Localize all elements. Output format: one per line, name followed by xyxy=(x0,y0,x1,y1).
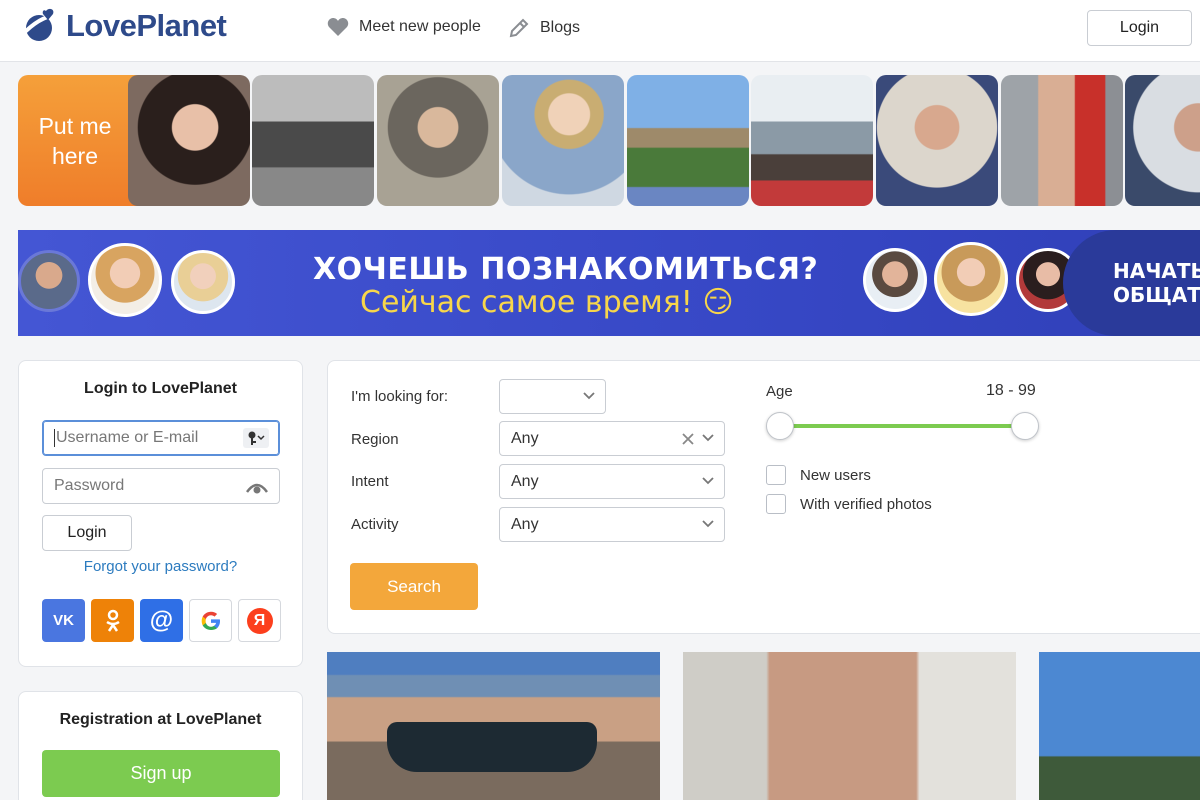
chevron-down-icon xyxy=(583,392,595,400)
profile-thumb[interactable] xyxy=(751,75,873,206)
profile-thumb[interactable] xyxy=(1001,75,1123,206)
banner-avatar xyxy=(934,242,1008,316)
profile-thumb[interactable] xyxy=(627,75,749,206)
chevron-down-icon xyxy=(702,434,714,442)
vk-icon: VK xyxy=(53,612,74,629)
profile-thumb[interactable] xyxy=(876,75,998,206)
featured-profiles-strip: Put me here xyxy=(18,75,1200,206)
profile-thumb[interactable] xyxy=(252,75,374,206)
odnoklassniki-icon xyxy=(105,609,120,632)
banner-avatar xyxy=(18,250,80,312)
banner-avatar xyxy=(863,248,927,312)
forgot-password-link[interactable]: Forgot your password? xyxy=(19,558,302,575)
top-header: LovePlanet Meet new people Blogs Login xyxy=(0,0,1200,62)
verified-photos-label: With verified photos xyxy=(800,496,932,513)
profile-thumb[interactable] xyxy=(377,75,499,206)
clear-icon[interactable] xyxy=(682,433,694,445)
banner-cta-label: НАЧАТЬОБЩАТЬ xyxy=(1113,259,1200,307)
profile-thumb[interactable] xyxy=(1125,75,1200,206)
age-min-handle[interactable] xyxy=(766,412,794,440)
promo-banner[interactable]: ХОЧЕШЬ ПОЗНАКОМИТЬСЯ? Сейчас самое время… xyxy=(18,230,1200,336)
pencil-icon xyxy=(509,18,529,38)
chevron-down-icon xyxy=(702,477,714,485)
activity-label: Activity xyxy=(351,516,399,533)
banner-avatar xyxy=(171,250,235,314)
profile-photo-card[interactable] xyxy=(327,652,660,800)
logo-text: LovePlanet xyxy=(66,8,227,43)
search-button[interactable]: Search xyxy=(350,563,478,610)
vk-login-button[interactable]: VK xyxy=(42,599,85,642)
new-users-checkbox[interactable] xyxy=(766,465,786,485)
nav-blogs[interactable]: Blogs xyxy=(508,17,580,39)
ok-login-button[interactable] xyxy=(91,599,134,642)
intent-label: Intent xyxy=(351,473,389,490)
intent-value: Any xyxy=(511,472,539,490)
chevron-down-icon xyxy=(702,520,714,528)
mail-login-button[interactable]: @ xyxy=(140,599,183,642)
age-label: Age xyxy=(766,383,793,400)
yandex-icon: Я xyxy=(246,607,273,634)
login-card-title: Login to LovePlanet xyxy=(84,380,237,397)
activity-value: Any xyxy=(511,515,539,533)
signup-button[interactable]: Sign up xyxy=(42,750,280,797)
new-users-label: New users xyxy=(800,467,871,484)
login-button[interactable]: Login xyxy=(42,515,132,551)
password-input[interactable]: Password xyxy=(42,468,280,504)
banner-title: ХОЧЕШЬ ПОЗНАКОМИТЬСЯ? xyxy=(313,252,819,287)
at-icon: @ xyxy=(149,606,174,634)
put-me-here-button[interactable]: Put me here xyxy=(18,75,154,206)
yandex-login-button[interactable]: Я xyxy=(238,599,281,642)
activity-select[interactable]: Any xyxy=(499,507,725,542)
banner-avatar xyxy=(88,243,162,317)
header-login-button[interactable]: Login xyxy=(1087,10,1192,46)
nav-blogs-label: Blogs xyxy=(540,19,581,36)
region-label: Region xyxy=(351,431,399,448)
sunglasses-shape xyxy=(387,722,597,772)
profile-thumb[interactable] xyxy=(128,75,250,206)
region-select[interactable]: Any xyxy=(499,421,725,456)
eye-icon[interactable] xyxy=(246,480,268,494)
google-login-button[interactable] xyxy=(189,599,232,642)
google-icon xyxy=(201,611,220,630)
nav-meet-label: Meet new people xyxy=(359,18,481,35)
heart-icon xyxy=(327,18,349,36)
profile-photo-card[interactable] xyxy=(1039,652,1200,800)
age-range-value: 18 - 99 xyxy=(986,382,1036,399)
registration-card: Registration at LovePlanet Sign up xyxy=(18,691,303,800)
age-max-handle[interactable] xyxy=(1011,412,1039,440)
profile-photo-card[interactable] xyxy=(683,652,1016,800)
looking-for-select[interactable] xyxy=(499,379,606,414)
planet-heart-icon xyxy=(20,8,57,41)
username-placeholder: Username or E-mail xyxy=(54,429,199,447)
key-icon[interactable] xyxy=(243,428,269,448)
profile-thumb[interactable] xyxy=(502,75,624,206)
search-panel: I'm looking for: Region Any Intent Any A… xyxy=(327,360,1200,634)
banner-subtitle: Сейчас самое время! 😏 xyxy=(360,285,734,320)
intent-select[interactable]: Any xyxy=(499,464,725,499)
verified-photos-checkbox[interactable] xyxy=(766,494,786,514)
banner-cta[interactable]: НАЧАТЬОБЩАТЬ xyxy=(1063,230,1200,336)
password-placeholder: Password xyxy=(54,477,125,494)
looking-for-label: I'm looking for: xyxy=(351,388,449,405)
registration-card-title: Registration at LovePlanet xyxy=(59,711,262,728)
username-input[interactable]: Username or E-mail xyxy=(42,420,280,456)
nav-meet-new-people[interactable]: Meet new people xyxy=(327,17,481,37)
logo[interactable]: LovePlanet xyxy=(20,7,227,45)
region-value: Any xyxy=(511,429,539,447)
age-slider-track[interactable] xyxy=(780,424,1025,428)
login-card: Login to LovePlanet Username or E-mail P… xyxy=(18,360,303,667)
